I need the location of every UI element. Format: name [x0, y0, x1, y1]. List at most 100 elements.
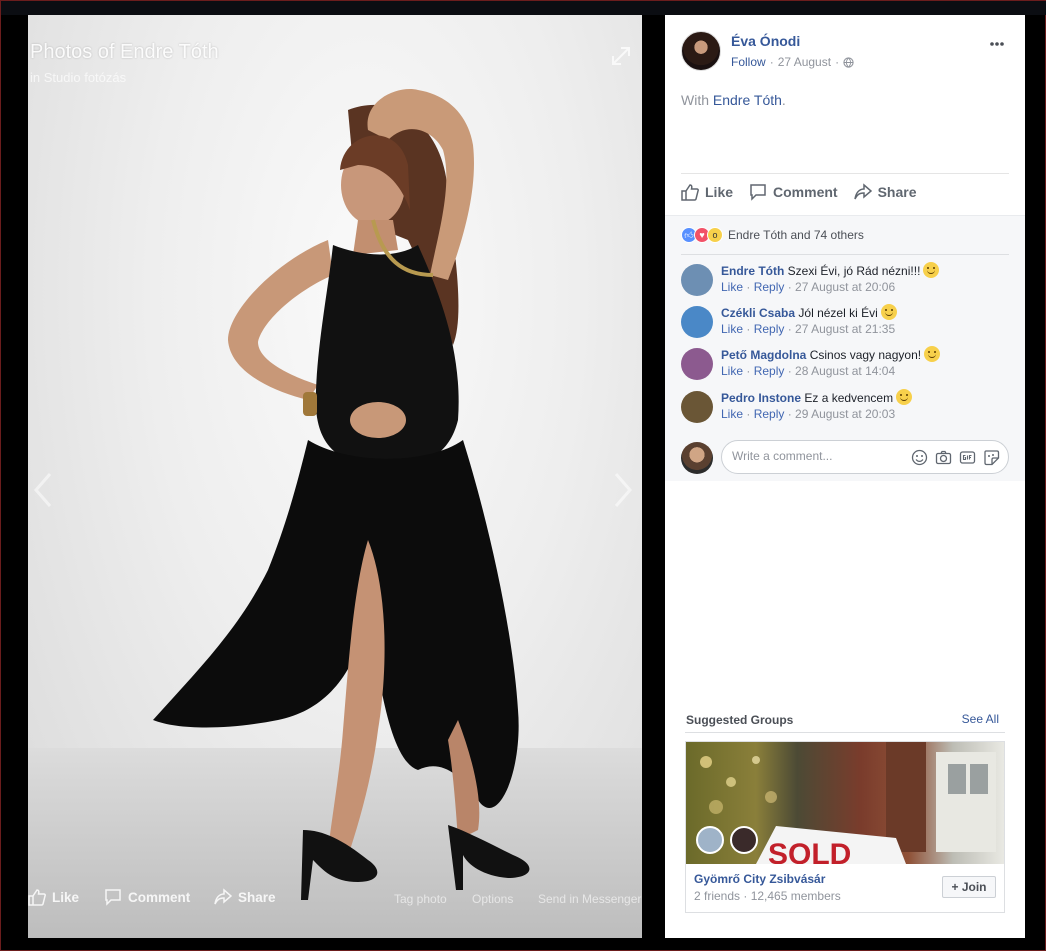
comment-item: Czékli Csaba Jól nézel ki Évi Like · Rep… [681, 304, 1011, 340]
suggested-groups: Suggested Groups See All SOLD Gyömrő Cit… [685, 709, 1005, 913]
emoji-icon[interactable] [911, 449, 928, 466]
comment-time[interactable]: 29 August at 20:03 [795, 407, 895, 421]
commenter-avatar[interactable] [681, 264, 713, 296]
more-options-icon[interactable] [989, 41, 1005, 47]
camera-icon[interactable] [935, 449, 952, 466]
comment-reply-link[interactable]: Reply [754, 280, 785, 294]
photo-viewer[interactable]: Photos of Endre Tóth in Studio fotózás L… [28, 15, 642, 938]
photo-comment-label: Comment [128, 889, 191, 905]
photo-figure [153, 89, 530, 900]
group-name[interactable]: Gyömrő City Zsibvásár [694, 872, 825, 886]
comment-like-link[interactable]: Like [721, 407, 743, 421]
smile-emoji-icon [923, 262, 940, 278]
comment-text: Ez a kedvencem [804, 391, 894, 405]
like-button[interactable]: Like [681, 183, 733, 201]
smile-emoji-icon [896, 389, 913, 405]
send-messenger-link[interactable]: Send in Messenger [538, 892, 641, 906]
comment-icon [105, 889, 121, 906]
like-label: Like [705, 184, 734, 200]
photo-comment-button[interactable]: Comment [104, 888, 190, 906]
suggested-groups-title: Suggested Groups [686, 713, 794, 727]
comment-body: Pető Magdolna Csinos vagy nagyon! [721, 346, 941, 362]
group-card[interactable]: SOLD Gyömrő City Zsibvásár 2 friends · 1… [685, 741, 1005, 913]
comments-section: 👍︎ ♥ o Endre Tóth and 74 others Endre Tó… [665, 215, 1025, 481]
commenter-avatar[interactable] [681, 306, 713, 338]
divider [681, 254, 1009, 255]
comment-reply-link[interactable]: Reply [754, 322, 785, 336]
thumbs-up-icon [28, 889, 46, 906]
follow-link[interactable]: Follow [731, 55, 766, 69]
write-comment-row [681, 440, 1009, 476]
comment-body: Endre Tóth Szexi Évi, jó Rád nézni!!! [721, 262, 940, 278]
comment-box[interactable] [721, 440, 1009, 474]
comment-text: Szexi Évi, jó Rád nézni!!! [787, 264, 921, 278]
reactions-summary[interactable]: 👍︎ ♥ o Endre Tóth and 74 others [681, 227, 864, 243]
commenter-name[interactable]: Czékli Csaba [721, 306, 795, 320]
tagged-person-link[interactable]: Endre Tóth [713, 92, 782, 108]
smile-emoji-icon [924, 346, 941, 362]
suggested-groups-header: Suggested Groups See All [685, 709, 1005, 733]
friend-avatar [730, 826, 758, 854]
meta-dot: · [835, 55, 840, 69]
next-photo-icon[interactable] [610, 470, 636, 510]
commenter-name[interactable]: Pedro Instone [721, 391, 801, 405]
photo-album-link[interactable]: in Studio fotózás [30, 70, 126, 85]
comment-time[interactable]: 27 August at 20:06 [795, 280, 895, 294]
commenter-name[interactable]: Endre Tóth [721, 264, 784, 278]
comment-reply-link[interactable]: Reply [754, 364, 785, 378]
comment-body: Pedro Instone Ez a kedvencem [721, 389, 913, 405]
group-cover-image[interactable]: SOLD [686, 742, 1004, 864]
comment-like-link[interactable]: Like [721, 322, 743, 336]
previous-photo-icon[interactable] [30, 470, 56, 510]
post-header: Éva Ónodi Follow · 27 August · With Endr… [665, 15, 1025, 215]
photo-like-button[interactable]: Like [28, 888, 79, 906]
globe-icon [843, 56, 854, 68]
comment-meta: Like · Reply · 29 August at 20:03 [721, 407, 896, 421]
commenter-name[interactable]: Pető Magdolna [721, 348, 806, 362]
current-user-avatar [681, 442, 713, 474]
photo-share-button[interactable]: Share [214, 888, 276, 906]
share-button[interactable]: Share [853, 183, 917, 201]
comment-item: Pedro Instone Ez a kedvencem Like · Repl… [681, 389, 1011, 425]
post-meta: Follow · 27 August · [731, 55, 854, 69]
comment-like-link[interactable]: Like [721, 364, 743, 378]
photo-title[interactable]: Photos of Endre Tóth [30, 41, 219, 64]
commenter-avatar[interactable] [681, 348, 713, 380]
comment-meta: Like · Reply · 27 August at 21:35 [721, 322, 896, 336]
reactions-text: Endre Tóth and 74 others [728, 228, 864, 242]
comment-icon [750, 184, 766, 201]
friend-avatar [696, 826, 724, 854]
meta-dot: · [769, 55, 774, 69]
share-icon [214, 888, 232, 905]
sticker-icon[interactable] [983, 449, 1000, 466]
commenter-avatar[interactable] [681, 391, 713, 423]
comment-button[interactable]: Comment [749, 183, 838, 201]
gif-icon[interactable] [959, 449, 976, 466]
share-label: Share [877, 184, 917, 200]
join-group-button[interactable]: + Join [942, 876, 996, 898]
with-suffix: . [781, 92, 786, 108]
smile-emoji-icon [880, 304, 897, 320]
tagged-with: With Endre Tóth. [681, 92, 786, 108]
photo-share-label: Share [238, 889, 276, 905]
post-panel: Éva Ónodi Follow · 27 August · With Endr… [665, 15, 1025, 938]
tag-photo-link[interactable]: Tag photo [394, 892, 447, 906]
comment-meta: Like · Reply · 27 August at 20:06 [721, 280, 896, 294]
comment-like-link[interactable]: Like [721, 280, 743, 294]
comment-reply-link[interactable]: Reply [754, 407, 785, 421]
post-date[interactable]: 27 August [778, 55, 831, 69]
comment-body: Czékli Csaba Jól nézel ki Évi [721, 304, 897, 320]
author-avatar[interactable] [681, 31, 721, 71]
photo-action-bar: Like Comment Share Tag photo Options Sen… [28, 888, 642, 912]
comment-input[interactable] [732, 449, 902, 463]
expand-icon[interactable] [610, 45, 632, 67]
comment-meta: Like · Reply · 28 August at 14:04 [721, 364, 896, 378]
author-name[interactable]: Éva Ónodi [731, 33, 800, 49]
group-members: 2 friends · 12,465 members [694, 889, 841, 903]
see-all-link[interactable]: See All [962, 712, 999, 726]
comment-time[interactable]: 27 August at 21:35 [795, 322, 895, 336]
comment-time[interactable]: 28 August at 14:04 [795, 364, 895, 378]
options-link[interactable]: Options [472, 892, 513, 906]
comment-text: Jól nézel ki Évi [798, 306, 878, 320]
sold-sign-text: SOLD [768, 838, 851, 864]
